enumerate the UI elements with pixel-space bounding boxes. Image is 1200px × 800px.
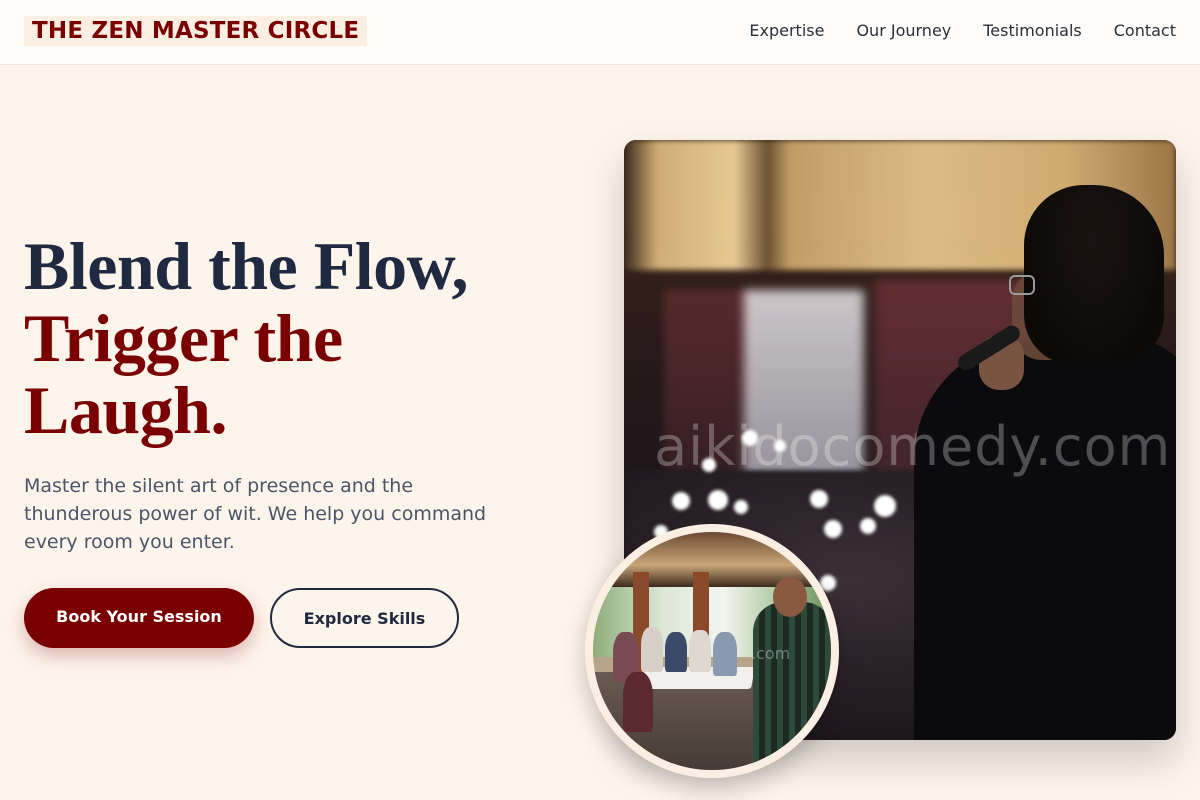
hero-circle-photo: .com [585,524,839,778]
site-logo[interactable]: THE ZEN MASTER CIRCLE [24,16,368,46]
hero-headline: Blend the Flow, Trigger the Laugh. [24,230,584,446]
headline-line-1: Blend the Flow, [24,228,469,304]
explore-skills-button[interactable]: Explore Skills [270,588,459,648]
nav-link-our-journey[interactable]: Our Journey [856,20,951,42]
nav-link-expertise[interactable]: Expertise [749,20,824,42]
headline-line-2: Trigger the Laugh. [24,300,343,448]
nav-link-testimonials[interactable]: Testimonials [983,20,1082,42]
site-header: THE ZEN MASTER CIRCLE Expertise Our Jour… [0,0,1200,65]
main-nav: Expertise Our Journey Testimonials Conta… [749,20,1176,42]
image-watermark-small: .com [751,644,791,663]
nav-link-contact[interactable]: Contact [1114,20,1176,42]
book-session-button[interactable]: Book Your Session [24,588,254,648]
hero-lead-text: Master the silent art of presence and th… [24,475,487,553]
image-watermark: aikidocomedy.com [654,415,1172,478]
